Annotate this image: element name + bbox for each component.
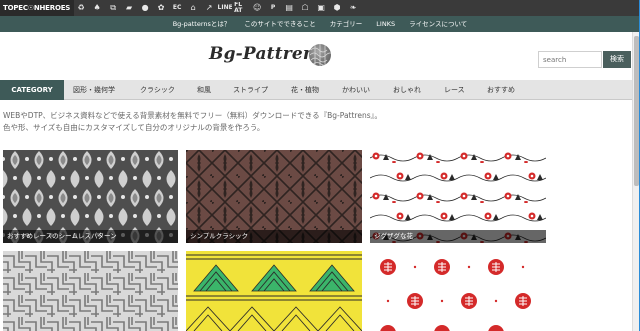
category-recommended[interactable]: おすすめ <box>487 80 515 100</box>
pattern-tile-yellow-triangles[interactable] <box>186 251 362 331</box>
bird-icon[interactable]: ❧ <box>346 2 360 14</box>
recycle-icon[interactable]: ♻ <box>74 2 88 14</box>
category-stripe[interactable]: ストライプ <box>233 80 268 100</box>
category-bar: CATEGORY 図形・幾何学 クラシック 和風 ストライプ 花・植物 かわいい… <box>0 80 640 100</box>
topiconheroes-logo[interactable]: TOPEC☉NHEROES <box>0 0 75 16</box>
box-icon[interactable]: ▤ <box>282 2 296 14</box>
tile-caption: おすすめレースのシームレスパターン <box>3 230 178 243</box>
nav-features[interactable]: このサイトでできること <box>244 16 315 32</box>
intro-line-2: 色や形、サイズも自由にカスタマイズして自分のオリジナルの背景を作ろう。 <box>3 122 265 132</box>
red-circle-pattern-image <box>370 251 546 331</box>
logo-pattern-ball-icon <box>309 44 331 66</box>
shirt-icon[interactable]: ▰ <box>122 2 136 14</box>
category-cute[interactable]: かわいい <box>342 80 370 100</box>
person-icon[interactable]: ♠ <box>90 2 104 14</box>
tile-caption: シンプルクラシック <box>186 230 362 243</box>
pattern-tile-zigzag-flowers[interactable]: ジグザグな花 <box>370 150 546 243</box>
category-geometric[interactable]: 図形・幾何学 <box>73 80 115 100</box>
category-japanese[interactable]: 和風 <box>197 80 211 100</box>
building-icon[interactable]: ☖ <box>298 2 312 14</box>
search-button[interactable]: 検索 <box>603 51 631 68</box>
home-icon[interactable]: ⌂ <box>186 2 200 14</box>
pattern-tile-red-circles[interactable] <box>370 251 546 331</box>
category-stylish[interactable]: おしゃれ <box>393 80 421 100</box>
search-input[interactable] <box>538 51 602 68</box>
ec-icon[interactable]: EC <box>170 2 184 14</box>
category-classic[interactable]: クラシック <box>140 80 175 100</box>
tile-caption: ジグザグな花 <box>370 230 546 243</box>
parking-icon[interactable]: P <box>266 2 280 14</box>
top-navigation: Bg-patternsとは？ このサイトでできること カテゴリー LINKS ラ… <box>0 16 640 32</box>
nav-about[interactable]: Bg-patternsとは？ <box>173 16 231 32</box>
icon-links: ♻ ♠ ⧉ ▰ ● ✿ EC ⌂ ↗ LINE FL AT ☺ P ▤ ☖ ▣ ⬢ ❧ <box>74 2 362 14</box>
category-label: CATEGORY <box>0 80 64 100</box>
category-flowers-plants[interactable]: 花・植物 <box>291 80 319 100</box>
flat-icon[interactable]: FL AT <box>234 2 248 14</box>
speech-bubble-icon[interactable]: ● <box>138 2 152 14</box>
pattern-tile-classic[interactable]: シンプルクラシック <box>186 150 362 243</box>
page: TOPEC☉NHEROES ♻ ♠ ⧉ ▰ ● ✿ EC ⌂ ↗ LINE FL AT ☺ P ▤ ☖ ▣ ⬢ ❧… <box>0 0 640 331</box>
intro-line-1: WEBやDTP、ビジネス資料などで使える背景素材を無料でフリー（無料）ダウンロー… <box>3 111 382 120</box>
arrows-icon[interactable]: ↗ <box>202 2 216 14</box>
bus-icon[interactable]: ▣ <box>314 2 328 14</box>
pattern-tile-geometric[interactable] <box>3 251 178 331</box>
category-lace[interactable]: レース <box>444 80 465 100</box>
smile-icon[interactable]: ☺ <box>250 2 264 14</box>
intro-text: WEBやDTP、ビジネス資料などで使える背景素材を無料でフリー（無料）ダウンロー… <box>3 110 633 133</box>
flower-icon[interactable]: ✿ <box>154 2 168 14</box>
nav-category[interactable]: カテゴリー <box>330 16 363 32</box>
hexagon-icon[interactable]: ⬢ <box>330 2 344 14</box>
geometric-pattern-image <box>3 251 178 331</box>
line-icon[interactable]: LINE <box>218 2 232 14</box>
site-icon-bar: TOPEC☉NHEROES ♻ ♠ ⧉ ▰ ● ✿ EC ⌂ ↗ LINE FL AT ☺ P ▤ ☖ ▣ ⬢ ❧ <box>0 0 640 16</box>
yellow-triangle-pattern-image <box>186 251 362 331</box>
pattern-tile-lace[interactable]: おすすめレースのシームレスパターン <box>3 150 178 243</box>
site-logo-text[interactable]: Bg-Pattrens <box>209 44 325 64</box>
nav-links[interactable]: LINKS <box>376 16 395 32</box>
nav-license[interactable]: ライセンスについて <box>409 16 467 32</box>
copy-icon[interactable]: ⧉ <box>106 2 120 14</box>
